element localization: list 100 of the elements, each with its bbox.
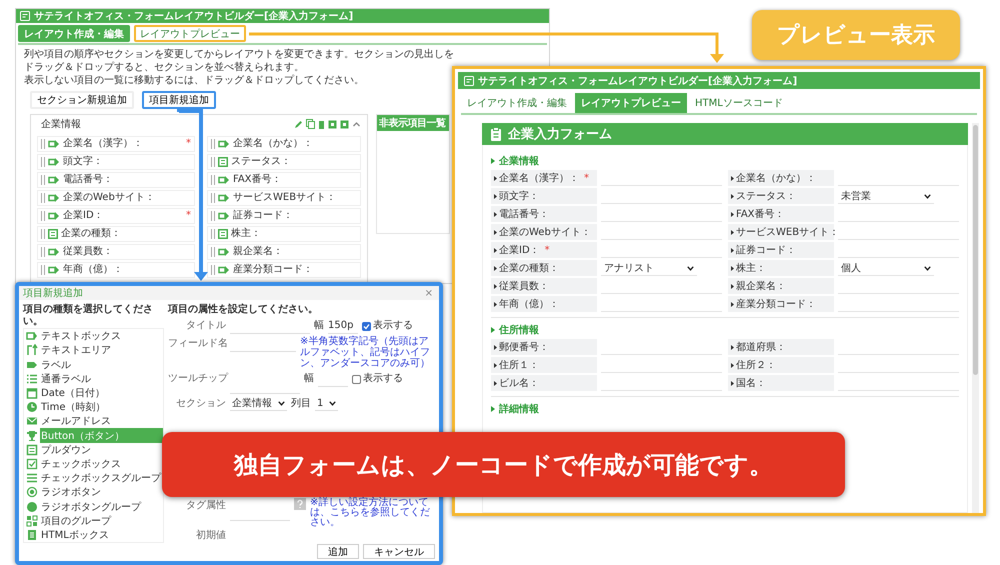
text-field-icon <box>48 265 60 275</box>
help-icon[interactable] <box>294 498 306 510</box>
field-row[interactable]: 電話番号： <box>37 172 195 188</box>
input-field[interactable]: 150p <box>328 318 358 334</box>
triangle-icon <box>731 380 734 386</box>
drag-handle-icon[interactable] <box>211 211 215 221</box>
field-row[interactable]: FAX番号： <box>207 172 361 188</box>
pencil-icon[interactable] <box>294 120 303 128</box>
field-label: 親企業名： <box>233 246 283 258</box>
triangle-icon <box>731 284 734 288</box>
list-item[interactable]: テキストボックス <box>24 329 163 344</box>
list-item[interactable]: メールアドレス <box>24 414 163 428</box>
list-item[interactable]: プルダウン <box>24 442 163 457</box>
list-item[interactable]: Date（日付） <box>24 386 163 400</box>
field-label: 都道府県： <box>736 340 786 354</box>
field-row[interactable]: 企業ID： * <box>37 208 195 224</box>
field-label: 電話番号： <box>63 174 113 186</box>
panel-title: 非表示項目一覧 <box>377 115 449 131</box>
drag-handle-icon[interactable] <box>211 229 215 239</box>
checkbox-icon <box>26 458 38 470</box>
drag-handle-icon[interactable] <box>211 139 215 149</box>
triangle-icon <box>491 406 495 412</box>
field-label: 郵便番号： <box>499 340 549 354</box>
square-icon[interactable] <box>328 120 337 128</box>
triangle-icon <box>731 344 734 350</box>
field-row[interactable]: 親企業名： <box>207 244 361 260</box>
text-field-icon <box>48 175 60 185</box>
field-label: FAX番号： <box>736 208 785 221</box>
dropdown-icon <box>218 229 228 239</box>
drag-handle-icon[interactable] <box>41 211 45 221</box>
field-row[interactable]: 従業員数： <box>37 244 195 260</box>
drag-handle-icon[interactable] <box>211 157 215 167</box>
square-icon[interactable] <box>340 120 349 128</box>
field-row[interactable]: 企業名（漢字）： * <box>37 136 195 152</box>
list-item[interactable]: ラベル <box>24 357 163 372</box>
drag-handle-icon[interactable] <box>211 247 215 257</box>
list-item[interactable]: HTMLボックス <box>24 528 163 542</box>
help-link[interactable]: ※詳しい設定方法については、こちらを参照してください。 <box>310 498 435 528</box>
instruction-text: 列や項目の順序やセクションを変更してからレイアウトを変更できます。セクションの見出しをドラッグ＆ドロップすると、セクションを並べ替えられます。 <box>24 48 454 74</box>
text-field-icon <box>218 193 230 203</box>
field-label: 頭文字： <box>63 156 103 168</box>
checkbox[interactable]: 表示する <box>352 371 403 387</box>
copy-icon[interactable] <box>306 119 315 129</box>
chevron-up-icon[interactable] <box>352 120 361 128</box>
toolbar-button[interactable]: 項目新規追加 <box>142 91 216 109</box>
select-field[interactable]: アナリスト <box>601 261 697 276</box>
drag-handle-icon[interactable] <box>41 193 45 203</box>
drag-handle-icon[interactable] <box>211 175 215 185</box>
required-mark: * <box>186 138 191 150</box>
drag-handle-icon[interactable] <box>211 265 215 275</box>
list-item[interactable]: チェックボックスグループ <box>24 471 163 486</box>
form-title: 企業入力フォーム <box>508 126 612 143</box>
field-label: 企業名（かな）： <box>736 172 816 185</box>
clipboard-icon <box>490 127 502 141</box>
text-field-icon <box>218 175 230 185</box>
drag-handle-icon[interactable] <box>41 247 45 257</box>
field-label: 証券コード： <box>233 210 293 222</box>
field-row[interactable]: 企業名（かな）： <box>207 136 361 152</box>
chevron-down-icon <box>924 266 931 270</box>
field-row[interactable]: 年商（億）： <box>37 262 195 278</box>
list-item[interactable]: Time（時刻） <box>24 400 163 414</box>
field-row[interactable]: 証券コード： <box>207 208 361 224</box>
list-item[interactable]: チェックボックス <box>24 456 163 472</box>
list-item[interactable]: テキストエリア <box>24 343 163 358</box>
list-item[interactable]: ラジオボタン <box>24 485 163 500</box>
field-row[interactable]: ステータス： <box>207 154 361 170</box>
list-item[interactable]: 通番ラベル <box>24 372 163 386</box>
field-label: 列目 <box>291 397 311 411</box>
field-row[interactable]: サービスWEBサイト： <box>207 190 361 206</box>
triangle-icon <box>494 248 497 252</box>
field-row[interactable]: 産業分類コード： <box>207 262 361 278</box>
dialog-button[interactable]: 追加 <box>317 544 359 559</box>
chevron-down-icon <box>278 400 285 406</box>
list-item[interactable]: ラジオボタングループ <box>24 499 163 514</box>
triangle-icon <box>494 266 497 270</box>
drag-handle-icon[interactable] <box>41 139 45 149</box>
drag-handle-icon[interactable] <box>211 193 215 203</box>
triangle-icon <box>494 380 497 386</box>
drag-handle-icon[interactable] <box>41 265 45 275</box>
field-row[interactable]: 企業の種類： <box>37 226 195 242</box>
triangle-icon <box>491 327 495 333</box>
field-row[interactable]: 企業のWebサイト： <box>37 190 195 206</box>
drag-handle-icon[interactable] <box>41 229 45 239</box>
list-item[interactable]: 項目のグループ <box>24 514 163 528</box>
toolbar-button[interactable]: セクション新規追加 <box>30 91 134 109</box>
drag-handle-icon[interactable] <box>41 157 45 167</box>
select-field[interactable]: 個人 <box>838 261 934 276</box>
select-field[interactable]: 1 <box>315 396 338 411</box>
checkbox[interactable]: 表示する <box>362 318 413 334</box>
dialog-button[interactable]: キャンセル <box>363 544 435 559</box>
triangle-icon <box>731 362 734 368</box>
scrollbar[interactable] <box>972 123 979 513</box>
tab[interactable]: レイアウトプレビュー <box>134 25 246 42</box>
drag-handle-icon[interactable] <box>41 175 45 185</box>
select-field[interactable]: 未営業 <box>838 189 934 204</box>
select-field[interactable]: 企業情報 <box>230 396 287 411</box>
callout: プレビュー表示 <box>752 10 960 60</box>
field-row[interactable]: 頭文字： <box>37 154 195 170</box>
field-label: 親企業名： <box>736 280 786 293</box>
field-row[interactable]: 株主： <box>207 226 361 242</box>
